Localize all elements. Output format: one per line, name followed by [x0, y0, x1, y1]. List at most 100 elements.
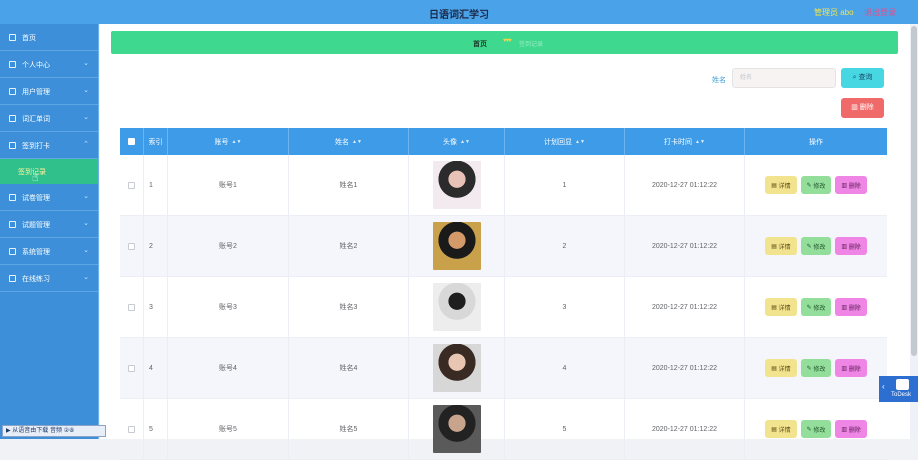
book-icon: [9, 115, 16, 122]
header-index: 索引: [144, 128, 168, 155]
delete-button[interactable]: ▥ 删除: [835, 420, 867, 438]
header-time[interactable]: 打卡时间 ▲▼: [625, 128, 745, 155]
trash-icon: ▥: [841, 243, 848, 250]
edit-button[interactable]: ✎ 修改: [800, 237, 832, 255]
edit-button[interactable]: ✎ 修改: [800, 298, 832, 316]
delete-button[interactable]: ▥ 删除: [835, 359, 867, 377]
header-avatar[interactable]: 头像 ▲▼: [409, 128, 505, 155]
download-toolbar[interactable]: ▶ 从语音由下载 音频 ②⑧: [2, 425, 106, 437]
delete-button-label: 删除: [848, 305, 861, 312]
logout-link[interactable]: 退出登录: [864, 7, 896, 18]
header-label: 计划回显: [544, 138, 573, 146]
sidebar-item-exams[interactable]: 试卷管理 ⌄: [0, 184, 98, 211]
avatar-cell: [409, 155, 505, 215]
home-icon: [9, 34, 16, 41]
row-checkbox[interactable]: [128, 303, 135, 311]
detail-button[interactable]: ▤ 详情: [765, 420, 797, 438]
header-label: 头像: [443, 138, 458, 146]
sort-icon[interactable]: ▲▼: [695, 139, 705, 145]
account-cell: 账号4: [168, 338, 289, 398]
sidebar-item-system[interactable]: 系统管理 ⌄: [0, 238, 98, 265]
sidebar-item-label: 系统管理: [22, 249, 50, 256]
row-select-cell: [120, 338, 144, 398]
header-account[interactable]: 账号 ▲▼: [168, 128, 289, 155]
records-table: 索引 账号 ▲▼ 姓名 ▲▼ 头像 ▲▼ 计划回显 ▲▼ 打卡时间 ▲▼ 操作 1 账号1…: [120, 128, 887, 460]
edit-button[interactable]: ✎ 修改: [800, 359, 832, 377]
edit-button-label: 修改: [813, 427, 826, 434]
detail-button[interactable]: ▤ 详情: [765, 176, 797, 194]
sidebar-item-vocabulary[interactable]: 词汇单词 ⌄: [0, 105, 98, 132]
avatar-cell: [409, 216, 505, 276]
table-row: 3 账号3 姓名3 3 2020-12-27 01:12:22 ▤ 详情 ✎ 修…: [120, 277, 887, 338]
pencil-icon: ✎: [806, 365, 812, 372]
chevron-down-icon: ⌄: [83, 87, 89, 94]
row-select-cell: [120, 216, 144, 276]
edit-button-label: 修改: [813, 244, 826, 251]
sidebar-item-questions[interactable]: 试题管理 ⌄: [0, 211, 98, 238]
chevron-left-icon: ‹: [882, 382, 885, 391]
chevron-down-icon: ⌄: [83, 274, 89, 281]
detail-button[interactable]: ▤ 详情: [765, 298, 797, 316]
sidebar-subitem-checkin-records[interactable]: 签到记录 ☝: [0, 159, 98, 184]
scrollbar-thumb[interactable]: [911, 26, 917, 356]
table-row: 1 账号1 姓名1 1 2020-12-27 01:12:22 ▤ 详情 ✎ 修…: [120, 155, 887, 216]
breadcrumb-home[interactable]: 首页: [473, 39, 487, 49]
name-cell: 姓名1: [289, 155, 409, 215]
avatar: [432, 161, 481, 209]
row-checkbox[interactable]: [128, 242, 135, 250]
chevron-down-icon: ⌄: [83, 60, 89, 67]
sort-icon[interactable]: ▲▼: [352, 139, 362, 145]
detail-button-label: 详情: [778, 427, 791, 434]
detail-button[interactable]: ▤ 详情: [765, 237, 797, 255]
main-content: 首页 ♥♥♥ 签到记录 姓名 姓名 ⌕ 查询 ▥ 删除 索引 账号 ▲▼ 姓名 ▲▼…: [100, 24, 910, 460]
question-icon: [9, 221, 16, 228]
top-bar: 日语词汇学习 管理员 abo 退出登录: [0, 0, 918, 24]
table-row: 2 账号2 姓名2 2 2020-12-27 01:12:22 ▤ 详情 ✎ 修…: [120, 216, 887, 277]
sidebar-item-practice[interactable]: 在线练习 ⌄: [0, 265, 98, 292]
delete-button[interactable]: ▥ 删除: [835, 298, 867, 316]
chevron-down-icon: ⌄: [83, 193, 89, 200]
delete-button-label: 删除: [848, 183, 861, 190]
select-all-checkbox[interactable]: [128, 138, 135, 145]
sidebar-item-home[interactable]: 首页: [0, 24, 98, 51]
time-cell: 2020-12-27 01:12:22: [625, 216, 745, 276]
sort-icon[interactable]: ▲▼: [232, 139, 242, 145]
delete-button[interactable]: ▥ 删除: [835, 237, 867, 255]
plan-cell: 2: [505, 216, 625, 276]
edit-button[interactable]: ✎ 修改: [800, 176, 832, 194]
actions-cell: ▤ 详情 ✎ 修改 ▥ 删除: [745, 399, 887, 459]
edit-button[interactable]: ✎ 修改: [800, 420, 832, 438]
mouse-cursor-icon: ☝: [32, 172, 39, 184]
header-plan[interactable]: 计划回显 ▲▼: [505, 128, 625, 155]
todesk-logo-icon: [896, 379, 909, 390]
row-select-cell: [120, 277, 144, 337]
row-checkbox[interactable]: [128, 364, 135, 372]
index-cell: 4: [144, 338, 168, 398]
sidebar-item-label: 试题管理: [22, 222, 50, 229]
header-name[interactable]: 姓名 ▲▼: [289, 128, 409, 155]
account-cell: 账号3: [168, 277, 289, 337]
name-search-input[interactable]: 姓名: [732, 68, 836, 88]
avatar: [432, 344, 481, 392]
row-checkbox[interactable]: [128, 425, 135, 433]
sidebar-item-users[interactable]: 用户管理 ⌄: [0, 78, 98, 105]
plan-cell: 4: [505, 338, 625, 398]
sort-icon[interactable]: ▲▼: [575, 139, 585, 145]
index-cell: 1: [144, 155, 168, 215]
sidebar-item-profile[interactable]: 个人中心 ⌄: [0, 51, 98, 78]
detail-button[interactable]: ▤ 详情: [765, 359, 797, 377]
app-title: 日语词汇学习: [429, 10, 489, 21]
sidebar-item-checkin[interactable]: 签到打卡 ⌃: [0, 132, 98, 159]
actions-cell: ▤ 详情 ✎ 修改 ▥ 删除: [745, 155, 887, 215]
row-checkbox[interactable]: [128, 181, 135, 189]
trash-icon: ▥: [841, 304, 848, 311]
time-cell: 2020-12-27 01:12:22: [625, 277, 745, 337]
todesk-widget[interactable]: ‹ ToDesk: [879, 376, 918, 402]
actions-cell: ▤ 详情 ✎ 修改 ▥ 删除: [745, 216, 887, 276]
query-button[interactable]: ⌕ 查询: [841, 68, 884, 88]
delete-button[interactable]: ▥ 删除: [835, 176, 867, 194]
batch-delete-button[interactable]: ▥ 删除: [841, 98, 884, 118]
sort-icon[interactable]: ▲▼: [460, 139, 470, 145]
sidebar-item-label: 在线练习: [22, 276, 50, 283]
detail-button-label: 详情: [778, 305, 791, 312]
